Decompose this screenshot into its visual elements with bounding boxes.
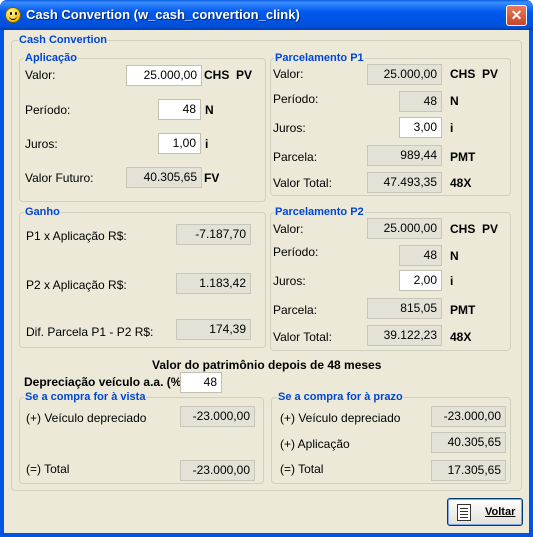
close-button[interactable]: ✕	[506, 5, 527, 26]
vista-veiculo-label: (+) Veículo depreciado	[26, 411, 147, 425]
prazo-aplicacao-label: (+) Aplicação	[280, 437, 350, 451]
aplicacao-valor-futuro-label: Valor Futuro:	[25, 171, 94, 185]
p2-juros-label: Juros:	[273, 274, 306, 288]
patrimonio-heading: Valor do patrimônio depois de 48 meses	[152, 358, 382, 372]
ganho-p1-field: -7.187,70	[176, 224, 251, 245]
p2-juros-input[interactable]: 2,00	[399, 270, 442, 291]
aplicacao-periodo-input[interactable]: 48	[158, 99, 201, 120]
prazo-total-field: 17.305,65	[431, 460, 506, 481]
p1-juros-input[interactable]: 3,00	[399, 117, 442, 138]
document-icon	[457, 504, 471, 521]
voltar-button[interactable]: Voltar	[447, 498, 523, 526]
p2-valor-label: Valor:	[273, 222, 304, 236]
p2-parcela-label: Parcela:	[273, 303, 318, 317]
p1-periodo-unit: N	[450, 94, 459, 108]
p2-valor-total-unit: 48X	[450, 330, 472, 344]
cash-convertion-group-label: Cash Convertion	[18, 34, 109, 46]
prazo-total-label: (=) Total	[280, 462, 324, 476]
parcelamento-p2-label: Parcelamento P2	[274, 206, 365, 218]
aplicacao-periodo-unit: N	[205, 103, 214, 117]
p1-juros-label: Juros:	[273, 121, 306, 135]
voltar-button-label: Voltar	[485, 506, 516, 518]
aplicacao-periodo-label: Período:	[25, 103, 71, 117]
p2-periodo-unit: N	[450, 249, 459, 263]
p1-valor-unit: CHS PV	[450, 67, 499, 81]
p1-parcela-unit: PMT	[450, 150, 476, 164]
aplicacao-group-label: Aplicação	[24, 52, 78, 64]
ganho-group-label: Ganho	[24, 206, 61, 218]
vista-group-label: Se a compra for à vista	[24, 391, 147, 403]
aplicacao-valor-label: Valor:	[25, 68, 56, 82]
p1-parcela-label: Parcela:	[273, 150, 318, 164]
p1-juros-unit: i	[450, 121, 454, 135]
p2-juros-unit: i	[450, 274, 454, 288]
p2-valor-total-field: 39.122,23	[367, 325, 442, 346]
aplicacao-valor-input[interactable]: 25.000,00	[126, 65, 202, 86]
p1-valor-total-label: Valor Total:	[273, 176, 332, 190]
vista-total-label: (=) Total	[26, 462, 70, 476]
p2-valor-field: 25.000,00	[367, 218, 442, 239]
prazo-veiculo-field: -23.000,00	[431, 406, 506, 427]
aplicacao-juros-input[interactable]: 1,00	[158, 133, 201, 154]
ganho-p2-label: P2 x Aplicação R$:	[26, 278, 127, 292]
ganho-p2-field: 1.183,42	[176, 273, 251, 294]
p1-periodo-label: Período:	[273, 92, 319, 106]
aplicacao-valor-futuro-unit: FV	[204, 171, 220, 185]
p1-parcela-field: 989,44	[367, 145, 442, 166]
client-area: Cash Convertion Aplicação Valor: 25.000,…	[4, 30, 529, 533]
parcelamento-p1-label: Parcelamento P1	[274, 52, 365, 64]
p1-valor-field: 25.000,00	[367, 64, 442, 85]
window-title: Cash Convertion (w_cash_convertion_clink…	[26, 7, 300, 22]
aplicacao-juros-label: Juros:	[25, 137, 58, 151]
p1-valor-total-unit: 48X	[450, 176, 472, 190]
p1-valor-total-field: 47.493,35	[367, 172, 442, 193]
p2-valor-unit: CHS PV	[450, 222, 499, 236]
depreciacao-label: Depreciação veículo a.a. (%):	[24, 375, 190, 389]
p2-periodo-field: 48	[399, 245, 442, 266]
p1-valor-label: Valor:	[273, 67, 304, 81]
ganho-dif-label: Dif. Parcela P1 - P2 R$:	[26, 325, 154, 339]
smiley-icon	[5, 7, 21, 23]
vista-veiculo-field: -23.000,00	[180, 406, 255, 427]
p2-parcela-unit: PMT	[450, 303, 476, 317]
aplicacao-juros-unit: i	[205, 137, 209, 151]
p2-parcela-field: 815,05	[367, 298, 442, 319]
title-bar[interactable]: Cash Convertion (w_cash_convertion_clink…	[0, 0, 533, 30]
p1-periodo-field: 48	[399, 91, 442, 112]
prazo-group-label: Se a compra for à prazo	[277, 391, 404, 403]
aplicacao-valor-unit: CHS PV	[204, 68, 253, 82]
p2-valor-total-label: Valor Total:	[273, 330, 332, 344]
prazo-veiculo-label: (+) Veículo depreciado	[280, 411, 401, 425]
depreciacao-input[interactable]: 48	[180, 372, 222, 393]
ganho-p1-label: P1 x Aplicação R$:	[26, 229, 127, 243]
vista-total-field: -23.000,00	[180, 460, 255, 481]
aplicacao-valor-futuro-field: 40.305,65	[126, 167, 202, 188]
p2-periodo-label: Período:	[273, 245, 319, 259]
prazo-aplicacao-field: 40.305,65	[431, 432, 506, 453]
ganho-dif-field: 174,39	[176, 319, 251, 340]
